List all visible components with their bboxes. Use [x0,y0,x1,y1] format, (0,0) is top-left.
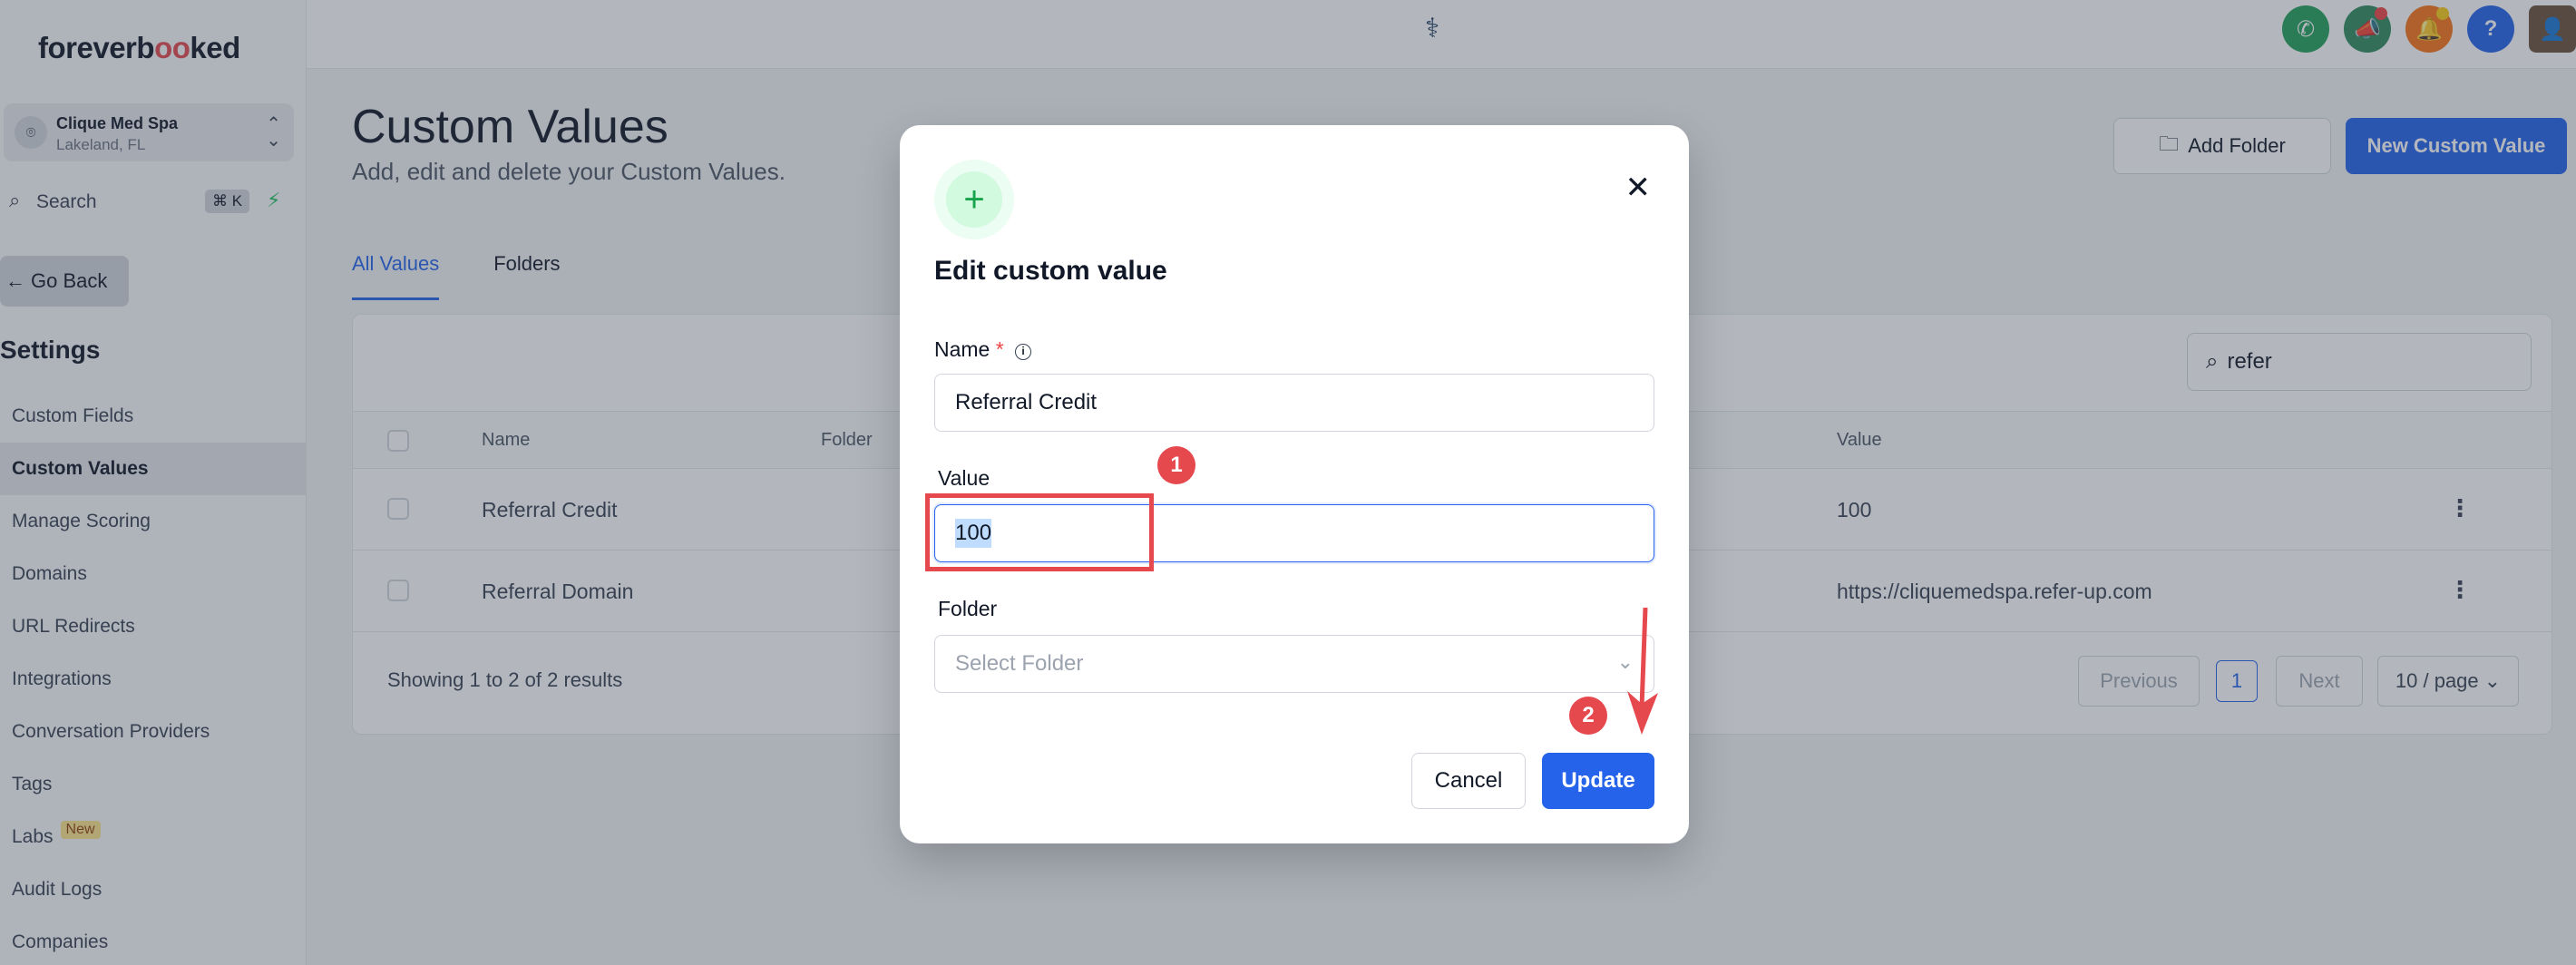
step-2-marker: 2 [1569,697,1607,735]
edit-custom-value-modal: + ✕ Edit custom value Name * i Referral … [900,125,1689,843]
name-label-text: Name [934,337,990,361]
highlight-box [925,493,1154,571]
name-field[interactable]: Referral Credit [934,374,1654,432]
step-1-marker: 1 [1157,446,1195,484]
plus-icon: + [946,171,1002,228]
value-field-label: Value [938,466,990,490]
folder-select[interactable]: Select Folder ⌄ [934,635,1654,693]
name-field-value: Referral Credit [955,390,1098,414]
name-field-label: Name * i [934,337,1032,362]
arrow-down-icon [1627,608,1658,735]
plus-icon-badge: + [934,160,1014,239]
required-mark: * [995,337,1004,361]
info-icon[interactable]: i [1015,344,1032,360]
folder-field-label: Folder [938,597,998,620]
update-button[interactable]: Update [1542,753,1654,809]
cancel-button[interactable]: Cancel [1411,753,1526,809]
modal-title: Edit custom value [934,256,1167,286]
folder-placeholder: Select Folder [955,651,1084,676]
close-icon[interactable]: ✕ [1625,172,1652,203]
